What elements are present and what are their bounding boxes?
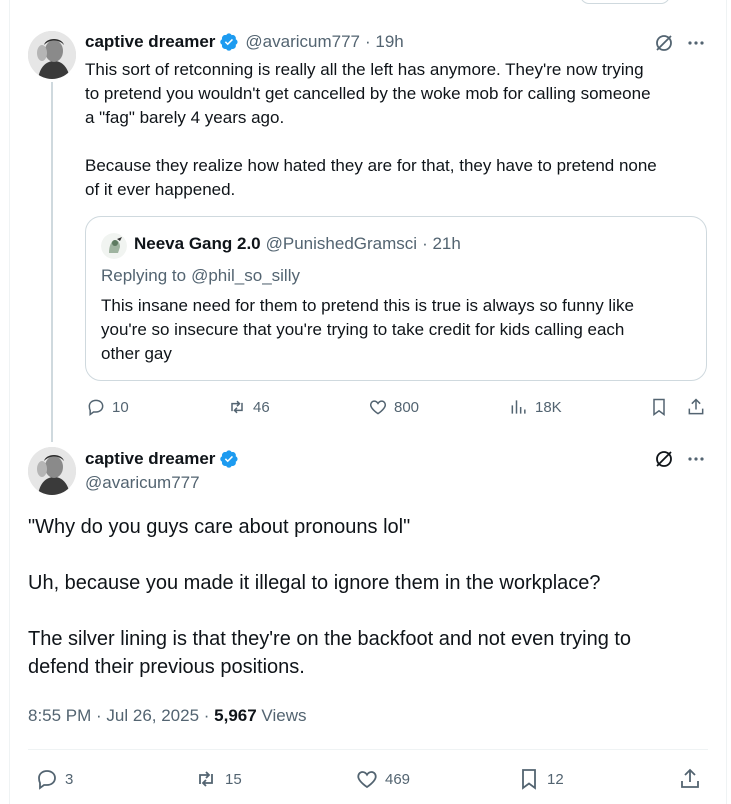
author-name[interactable]: captive dreamer: [85, 449, 215, 469]
reply-icon: [38, 770, 56, 790]
tweet1-line: of it ever happened.: [85, 180, 236, 199]
more-icon[interactable]: [686, 33, 706, 58]
author-handle[interactable]: @avaricum777: [85, 473, 200, 493]
tweet1-line: to pretend you wouldn't get cancelled by…: [85, 84, 651, 103]
quote-header: Neeva Gang 2.0 @PunishedGramsci · 21h: [134, 234, 461, 254]
replying-to-handle[interactable]: @phil_so_silly: [191, 266, 300, 286]
quote-line: other gay: [101, 344, 172, 363]
reply-count: 3: [65, 770, 74, 788]
partial-top-button[interactable]: [580, 0, 670, 4]
view-count: 5,967: [214, 706, 257, 725]
bookmark-icon[interactable]: [649, 397, 669, 422]
repost-icon: [231, 400, 243, 414]
like-count: 469: [385, 770, 411, 788]
repost-count: 15: [225, 770, 242, 788]
views-icon: [511, 400, 526, 414]
views-button[interactable]: 18K: [509, 397, 562, 417]
quote-text: This insane need for them to pretend thi…: [101, 294, 634, 366]
more-icon[interactable]: [686, 449, 706, 474]
reply-count: 10: [112, 398, 129, 416]
like-icon: [369, 400, 387, 415]
share-icon[interactable]: [678, 767, 702, 796]
tweet1-line: a "fag" barely 4 years ago.: [85, 108, 285, 127]
verified-badge-icon: [219, 32, 239, 52]
tweet2-text: "Why do you guys care about pronouns lol…: [28, 513, 631, 681]
tweet1-text: This sort of retconning is really all th…: [85, 58, 657, 202]
tweet2-paragraph: The silver lining is that they're on the…: [28, 628, 632, 650]
avatar[interactable]: [28, 447, 76, 495]
reply-icon: [88, 399, 104, 416]
bookmark-icon: [522, 769, 536, 790]
quote-avatar[interactable]: [101, 233, 127, 259]
views-label: Views: [256, 706, 307, 725]
tweet1-line: This sort of retconning is really all th…: [85, 60, 644, 79]
tweet1-header: captive dreamer @avaricum777 · 19h: [85, 32, 404, 52]
like-button[interactable]: 800: [368, 397, 419, 417]
quote-author-handle[interactable]: @PunishedGramsci: [266, 234, 417, 254]
bookmark-count: 12: [547, 770, 564, 788]
tweet2-paragraph: defend their previous positions.: [28, 656, 305, 678]
frame-border-right: [726, 0, 727, 804]
frame-border-left: [9, 0, 10, 804]
divider: [28, 749, 708, 750]
grok-icon[interactable]: [654, 449, 674, 474]
avatar[interactable]: [28, 31, 76, 79]
tweet2-paragraph: Uh, because you made it illegal to ignor…: [28, 572, 601, 594]
quote-line: This insane need for them to pretend thi…: [101, 296, 634, 315]
grok-icon[interactable]: [654, 33, 674, 58]
like-icon: [357, 771, 377, 789]
share-icon[interactable]: [686, 397, 706, 422]
reply-button[interactable]: 3: [35, 767, 73, 791]
like-count: 800: [394, 398, 420, 416]
repost-button[interactable]: 46: [227, 397, 270, 417]
tweet2-handle-row: @avaricum777: [85, 473, 200, 493]
quote-line: you're so insecure that you're trying to…: [101, 320, 625, 339]
bookmark-button[interactable]: 12: [517, 767, 564, 791]
verified-badge-icon: [219, 449, 239, 469]
thread-connector-line: [51, 82, 53, 442]
tweet-meta: 8:55 PM · Jul 26, 2025 · 5,967 Views: [28, 706, 306, 726]
tweet2-header: captive dreamer: [85, 449, 245, 469]
tweet1-line: Because they realize how hated they are …: [85, 156, 657, 175]
repost-button[interactable]: 15: [193, 767, 242, 791]
tweet-time[interactable]: · 19h: [365, 32, 404, 52]
repost-count: 46: [253, 398, 270, 416]
replying-to: Replying to @phil_so_silly: [101, 266, 300, 286]
author-handle[interactable]: @avaricum777: [245, 32, 360, 52]
quote-author-name[interactable]: Neeva Gang 2.0: [134, 234, 261, 254]
quote-time[interactable]: · 21h: [422, 234, 461, 254]
tweet2-paragraph: "Why do you guys care about pronouns lol…: [28, 516, 411, 538]
reply-button[interactable]: 10: [86, 397, 129, 417]
repost-icon: [199, 771, 213, 787]
like-button[interactable]: 469: [355, 767, 410, 791]
tweet-timestamp[interactable]: 8:55 PM · Jul 26, 2025 ·: [28, 706, 214, 725]
views-count: 18K: [535, 398, 562, 416]
author-name[interactable]: captive dreamer: [85, 32, 215, 52]
replying-to-prefix: Replying to: [101, 266, 187, 285]
